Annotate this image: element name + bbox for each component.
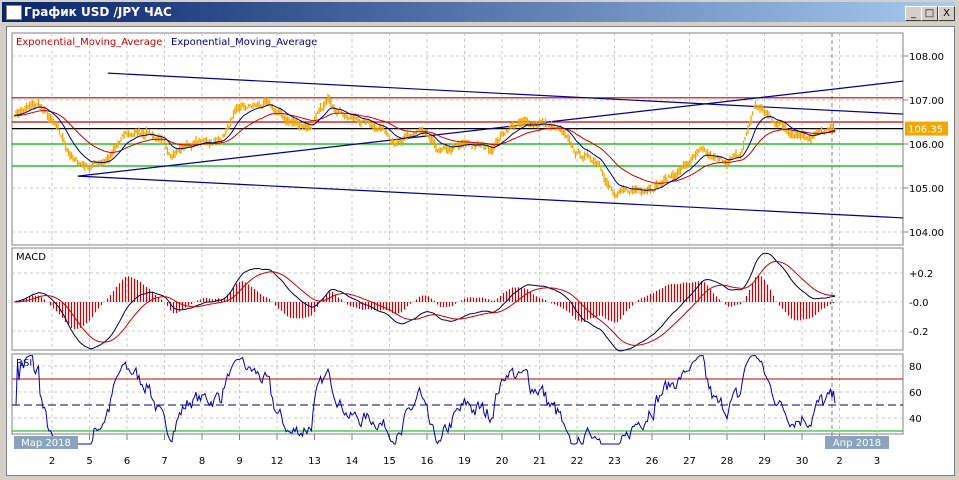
x-tick-label: 20 [496, 456, 509, 467]
macd-axis-label: +0.2 [909, 269, 933, 280]
legend-ema-fast: Exponential_Moving_Average [171, 37, 317, 48]
x-tick-label: 14 [346, 456, 359, 467]
chart-canvas[interactable]: Exponential_Moving_Average Exponential_M… [0, 0, 959, 480]
last-price-label: 106.35 [908, 125, 943, 136]
x-tick-label: 28 [721, 456, 734, 467]
x-tick-label: 13 [308, 456, 321, 467]
rsi-axis-label: 60 [909, 388, 922, 399]
macd-title: MACD [16, 252, 46, 263]
x-tick-label: 9 [236, 456, 242, 467]
x-tick-label: 30 [796, 456, 809, 467]
trendline [107, 72, 904, 115]
x-tick-label: 2 [49, 456, 55, 467]
x-tick-label: 3 [874, 456, 880, 467]
ema-fast-line [14, 104, 836, 191]
x-tick-label: 7 [161, 456, 167, 467]
price-axis-label: 106.00 [909, 140, 944, 151]
month-label-start: Мар 2018 [21, 438, 71, 449]
x-tick-label: 15 [383, 456, 396, 467]
x-tick-label: 8 [199, 456, 205, 467]
macd-axis-label: -0.2 [909, 327, 929, 338]
price-axis-label: 105.00 [909, 184, 944, 195]
x-tick-label: 2 [836, 456, 842, 467]
x-tick-label: 26 [646, 456, 659, 467]
x-tick-label: 5 [86, 456, 92, 467]
price-bars [13, 93, 836, 199]
x-tick-label: 27 [683, 456, 696, 467]
price-axis-label: 104.00 [909, 228, 944, 239]
price-axis-label: 108.00 [909, 52, 944, 63]
x-tick-label: 6 [124, 456, 130, 467]
macd-line [14, 252, 836, 352]
rsi-axis-label: 40 [909, 414, 922, 425]
month-label-end: Апр 2018 [833, 438, 881, 449]
macd-signal-line [14, 260, 836, 346]
x-tick-label: 29 [758, 456, 771, 467]
x-tick-label: 22 [571, 456, 584, 467]
x-tick-label: 21 [533, 456, 546, 467]
macd-axis-label: -0.0 [909, 298, 929, 309]
x-tick-label: 19 [458, 456, 471, 467]
x-tick-label: 23 [608, 456, 621, 467]
x-tick-label: 12 [271, 456, 284, 467]
rsi-axis-label: 80 [909, 362, 922, 373]
price-axis-label: 107.00 [909, 96, 944, 107]
x-tick-label: 16 [421, 456, 434, 467]
